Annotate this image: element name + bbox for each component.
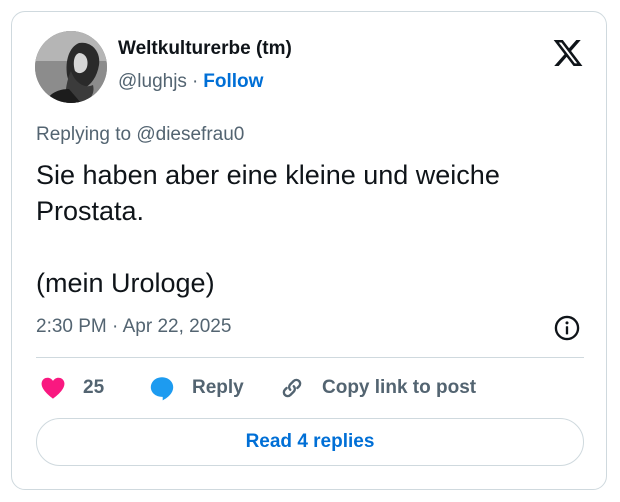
info-icon[interactable] xyxy=(553,314,581,342)
replying-to-label[interactable]: Replying to @diesefrau0 xyxy=(36,124,244,146)
read-replies-button[interactable]: Read 4 replies xyxy=(36,418,584,466)
heart-icon xyxy=(41,377,65,399)
copy-link-button[interactable]: Copy link to post xyxy=(278,372,476,404)
follow-button[interactable]: Follow xyxy=(203,71,263,92)
avatar[interactable] xyxy=(35,31,107,103)
author-handle[interactable]: @lughjs xyxy=(118,71,187,92)
speech-bubble-icon xyxy=(150,377,174,401)
author-handle-row: @lughjs · Follow xyxy=(118,71,263,93)
embedded-post-card: Weltkulturerbe (tm) @lughjs · Follow Reply… xyxy=(11,11,607,490)
post-text: Sie haben aber eine kleine und weiche Pr… xyxy=(36,157,576,301)
post-text-line: (mein Urologe) xyxy=(36,268,215,298)
author-display-name[interactable]: Weltkulturerbe (tm) xyxy=(118,38,292,60)
avatar-photo xyxy=(35,31,107,103)
divider xyxy=(36,357,584,358)
like-count: 25 xyxy=(83,377,105,398)
post-text-line: Sie haben aber eine kleine und weiche Pr… xyxy=(36,160,500,226)
like-button[interactable]: 25 xyxy=(39,372,104,404)
reply-label: Reply xyxy=(192,377,244,398)
link-icon xyxy=(282,378,302,398)
post-timestamp[interactable]: 2:30 PM · Apr 22, 2025 xyxy=(36,316,231,338)
separator-dot: · xyxy=(191,71,199,92)
reply-button[interactable]: Reply xyxy=(148,372,244,404)
copy-link-label: Copy link to post xyxy=(322,377,477,398)
x-logo-icon[interactable] xyxy=(552,37,584,69)
